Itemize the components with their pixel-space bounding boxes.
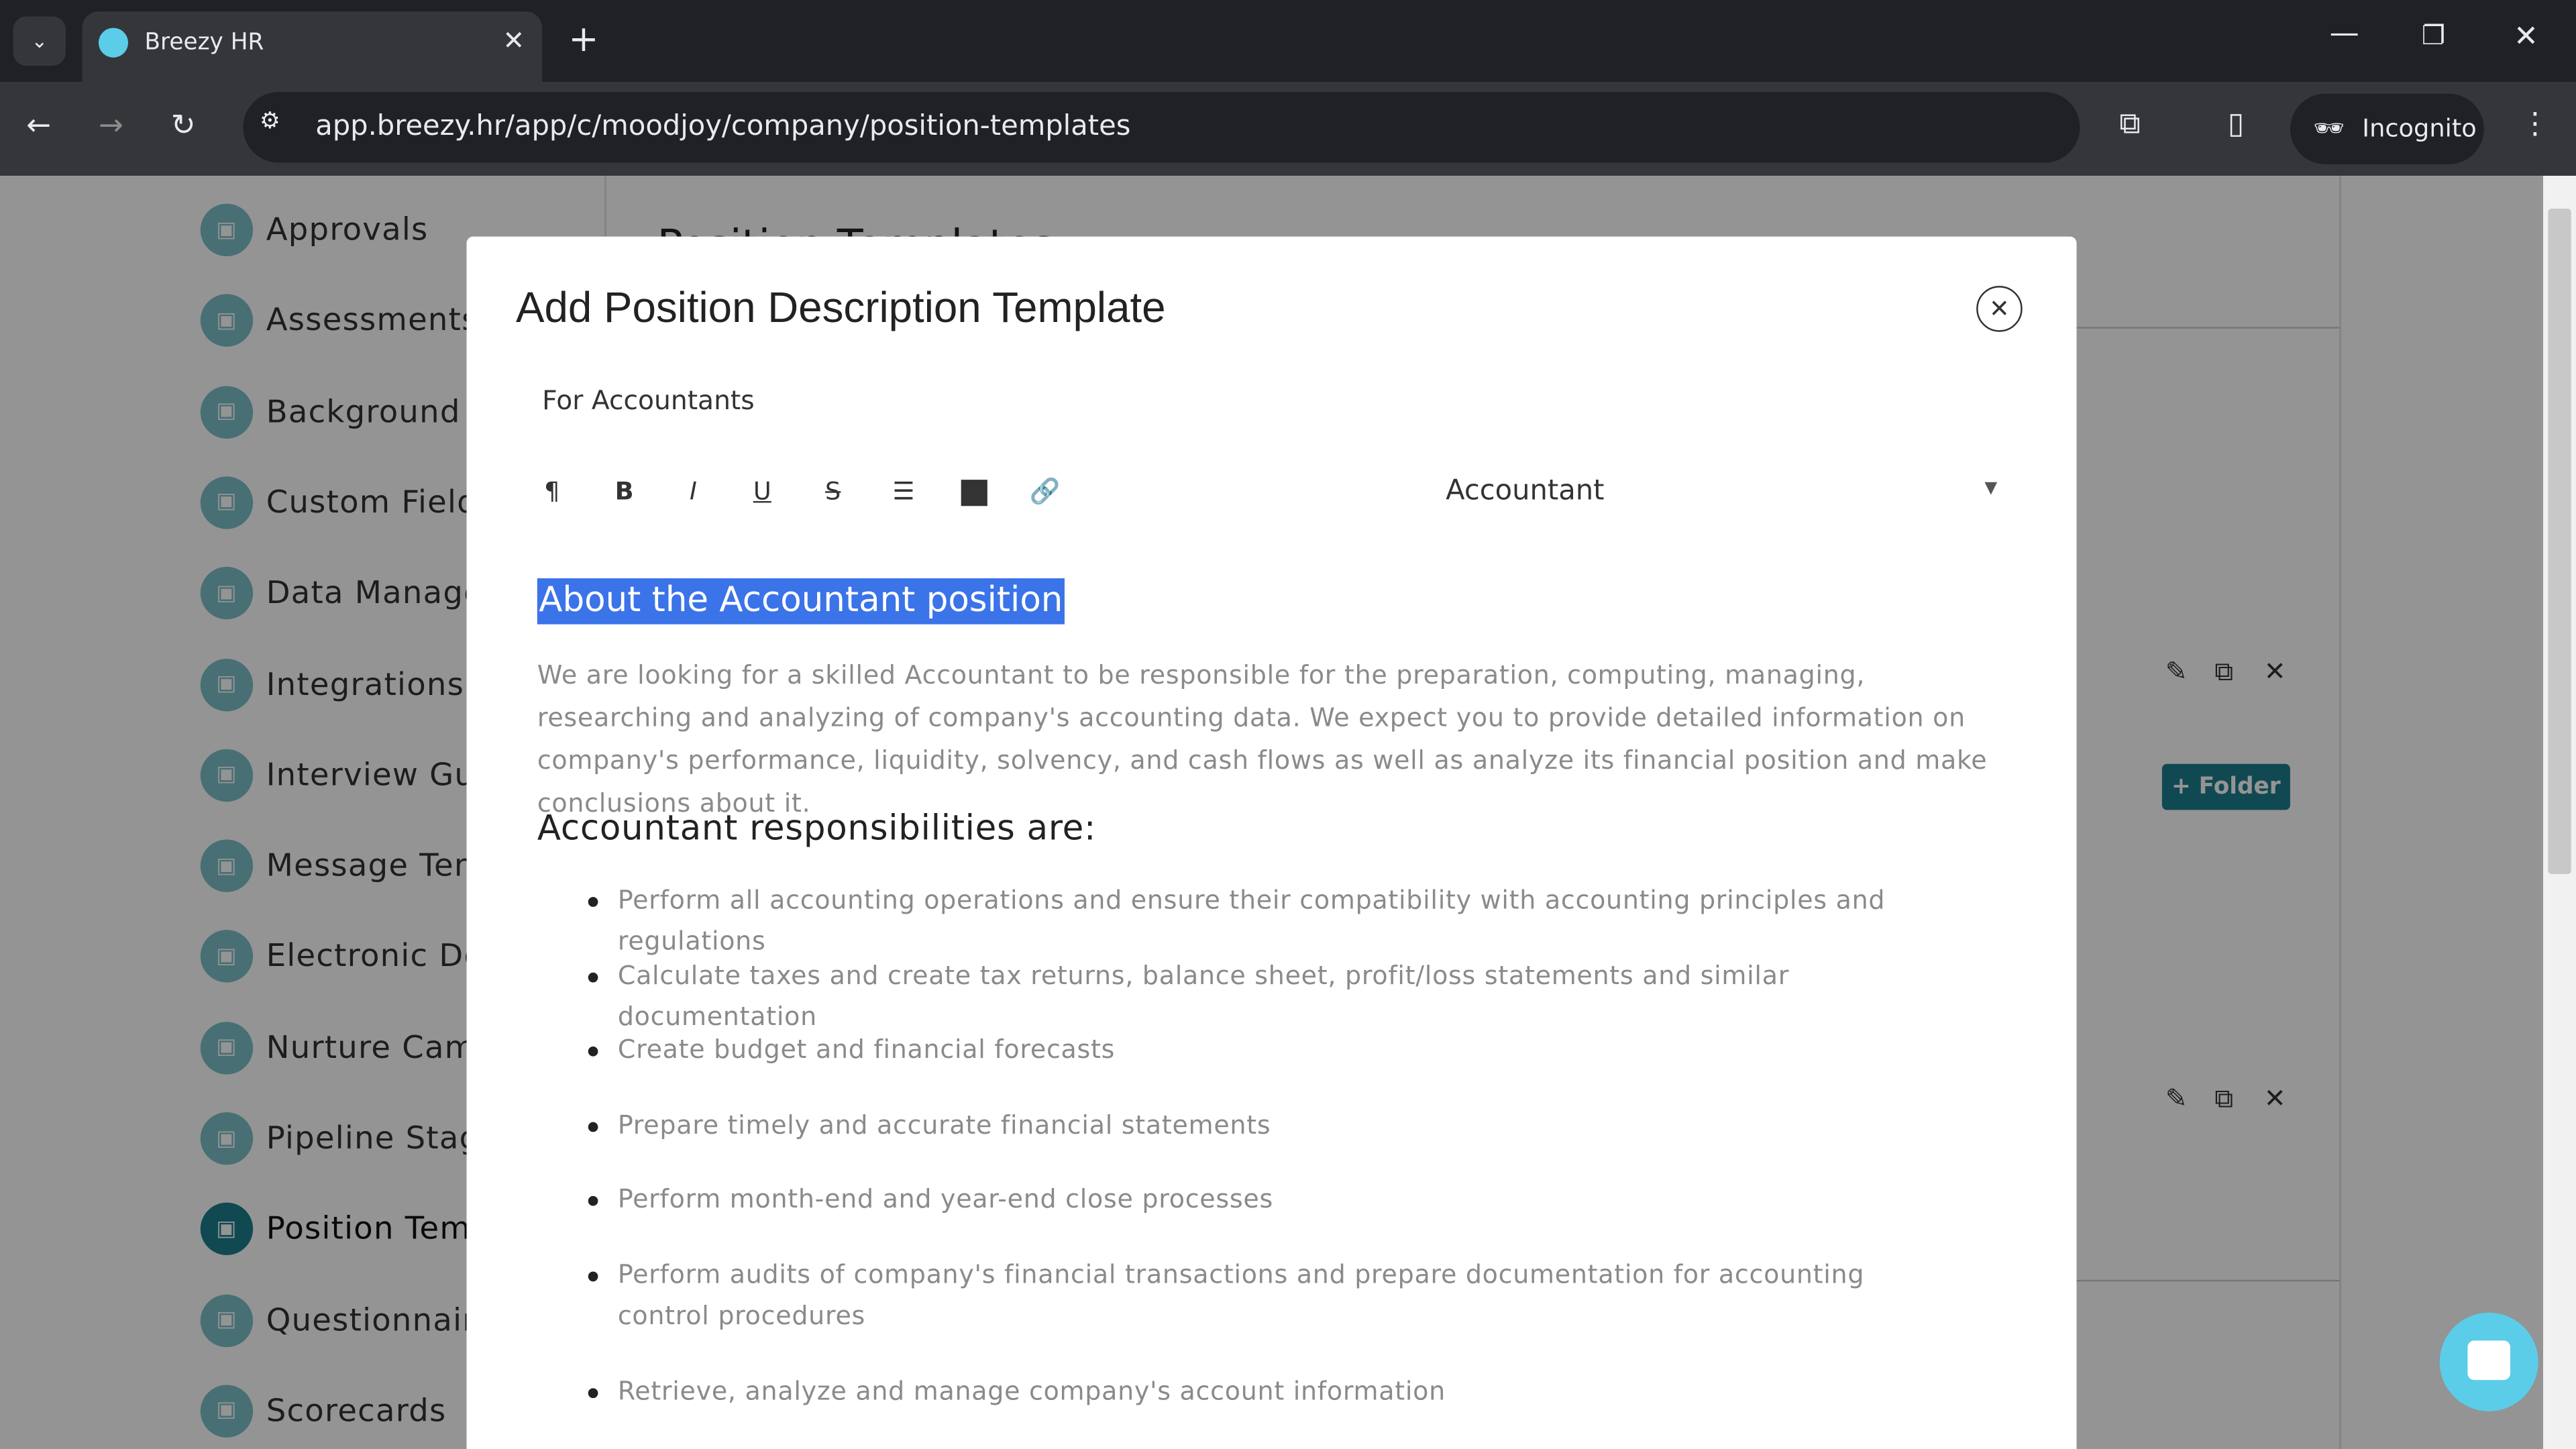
responsibilities-heading[interactable]: Accountant responsibilities are: — [537, 808, 1096, 848]
responsibility-item[interactable]: Calculate taxes and create tax returns, … — [618, 956, 1916, 1038]
chat-launcher-button[interactable] — [2439, 1312, 2538, 1411]
responsibility-item[interactable]: Perform audits of company's financial tr… — [618, 1255, 1916, 1337]
bullet-icon — [588, 1046, 598, 1057]
position-select[interactable]: Accountant ▼ — [1430, 467, 2004, 516]
position-select-value: Accountant — [1446, 474, 1605, 508]
paragraph-icon[interactable]: ¶ — [532, 476, 572, 506]
chevron-down-icon: ▼ — [1984, 480, 1998, 498]
responsibility-item[interactable]: Create budget and financial forecasts — [618, 1030, 1916, 1071]
bullet-icon — [588, 897, 598, 907]
new-tab-icon[interactable]: + — [568, 19, 598, 60]
reload-icon[interactable]: ↻ — [171, 109, 196, 143]
bullet-list-icon[interactable]: ☰ — [884, 476, 924, 506]
browser-tab[interactable]: Breezy HR ✕ — [82, 11, 543, 83]
address-bar[interactable]: ⚙ app.breezy.hr/app/c/moodjoy/company/po… — [243, 92, 2080, 163]
browser-tab-bar: ⌄ Breezy HR ✕ + — ❐ ✕ — [0, 0, 2576, 83]
tab-title: Breezy HR — [144, 30, 264, 56]
bullet-icon — [588, 1388, 598, 1399]
incognito-label: Incognito — [2362, 113, 2477, 144]
restore-icon[interactable]: ❐ — [2422, 19, 2445, 51]
back-icon[interactable]: ← — [26, 109, 51, 143]
extensions-icon[interactable]: ⧉ — [2119, 107, 2140, 141]
site-info-icon[interactable]: ⚙ — [260, 109, 280, 135]
selected-heading[interactable]: About the Accountant position — [537, 578, 1065, 625]
strikethrough-icon[interactable]: S — [813, 476, 853, 506]
tab-search-button[interactable]: ⌄ — [13, 16, 66, 66]
add-template-modal: Add Position Description Template ✕ For … — [466, 236, 2077, 1449]
bullet-icon — [588, 1195, 598, 1206]
link-icon[interactable]: 🔗 — [1025, 476, 1065, 506]
italic-icon[interactable]: I — [674, 476, 713, 506]
window-close-icon[interactable]: ✕ — [2514, 19, 2538, 54]
underline-icon[interactable]: U — [743, 476, 782, 506]
template-name-input[interactable]: For Accountants — [542, 384, 1364, 416]
side-panel-icon[interactable]: ▯ — [2228, 107, 2244, 141]
url-text[interactable]: app.breezy.hr/app/c/moodjoy/company/posi… — [315, 110, 1130, 143]
forward-icon[interactable]: → — [99, 109, 123, 143]
bullet-icon — [588, 1122, 598, 1132]
minimize-icon[interactable]: — — [2330, 16, 2359, 50]
scrollbar[interactable] — [2543, 176, 2576, 1449]
responsibility-item[interactable]: Perform month-end and year-end close pro… — [618, 1179, 1916, 1220]
responsibility-item[interactable]: Retrieve, analyze and manage company's a… — [618, 1372, 1916, 1413]
tab-close-icon[interactable]: ✕ — [502, 25, 525, 56]
breezy-favicon-icon — [98, 28, 129, 58]
responsibility-item[interactable]: Perform all accounting operations and en… — [618, 881, 1916, 963]
incognito-badge[interactable]: 🕶 Incognito — [2290, 93, 2484, 164]
modal-title: Add Position Description Template — [515, 282, 1166, 332]
chat-icon — [2467, 1340, 2511, 1381]
bullet-icon — [588, 1271, 598, 1282]
bold-icon[interactable]: B — [604, 476, 644, 506]
modal-close-button[interactable]: ✕ — [1976, 286, 2023, 332]
intro-paragraph[interactable]: We are looking for a skilled Accountant … — [537, 654, 2000, 825]
scrollbar-thumb[interactable] — [2548, 209, 2571, 874]
responsibility-item[interactable]: Prepare timely and accurate financial st… — [618, 1106, 1916, 1146]
image-icon[interactable] — [961, 480, 987, 506]
incognito-icon: 🕶 — [2313, 113, 2345, 144]
bullet-icon — [588, 972, 598, 983]
menu-icon[interactable]: ⋮ — [2520, 107, 2550, 141]
